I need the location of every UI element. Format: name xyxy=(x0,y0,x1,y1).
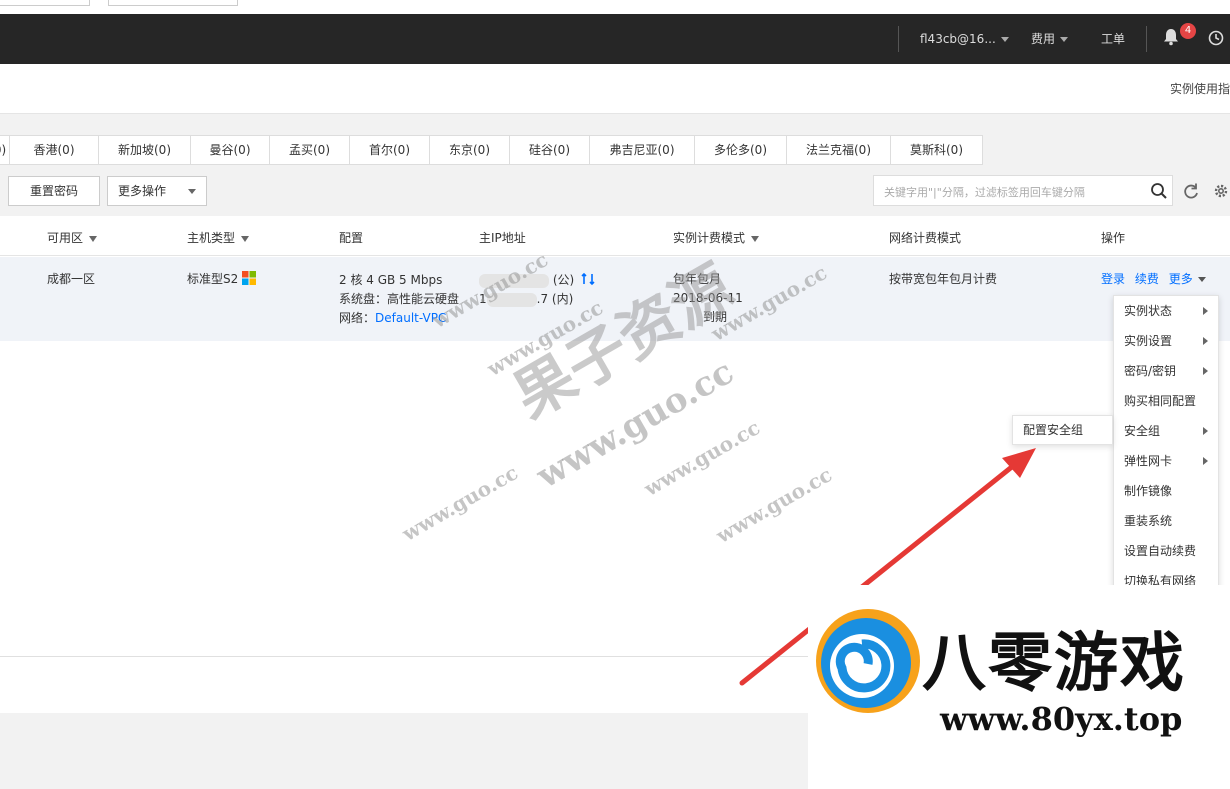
logo-url: www.80yx.top xyxy=(940,700,1183,738)
logo-name: 八零游戏 xyxy=(922,627,1186,701)
swirl-logo-icon xyxy=(816,609,920,713)
